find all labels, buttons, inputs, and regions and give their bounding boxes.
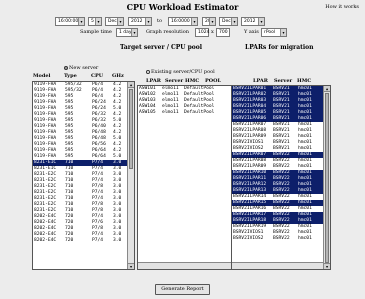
col-hmc: HMC <box>185 78 200 84</box>
list-cell: BSRV2IVIOS2 <box>233 236 264 241</box>
list-cell: elmo11 <box>162 110 179 115</box>
chevron-down-icon: ▾ <box>131 29 137 36</box>
col-lpar-migration: LPAR <box>253 78 268 84</box>
list-cell: hmc01 <box>298 236 312 241</box>
page-title: CPU Workload Estimator <box>126 2 239 12</box>
chevron-down-icon: ▾ <box>258 18 264 25</box>
scroll-up-icon[interactable]: ▲ <box>128 82 134 88</box>
list-cell: P7/4 <box>92 238 104 243</box>
how-it-works-link[interactable]: How it works <box>325 4 359 10</box>
existing-server-list[interactable]: ASW101 elmo11 DefaultPool ASW102 elmo11 Defau… <box>137 85 240 270</box>
col-lpar: LPAR <box>146 78 161 84</box>
to-label: to <box>157 18 163 24</box>
from-time-select[interactable]: 16:00:00 ▾ <box>55 17 85 26</box>
y-axis-select[interactable]: rPool ▾ <box>261 28 287 37</box>
chevron-down-icon: ▾ <box>209 18 215 25</box>
chevron-down-icon: ▾ <box>117 18 123 25</box>
list-cell: 8202-E4C <box>34 238 57 243</box>
to-year-select[interactable]: 2012 ▾ <box>241 17 265 26</box>
col-hmc-migration: HMC <box>297 78 312 84</box>
col-pool: POOL <box>205 78 221 84</box>
chevron-down-icon: ▾ <box>78 18 84 25</box>
new-server-radio[interactable]: New server <box>64 65 98 71</box>
chevron-down-icon: ▾ <box>95 18 101 25</box>
from-year-select[interactable]: 2012 ▾ <box>128 17 152 26</box>
sample-time-label: Sample time <box>80 29 112 35</box>
chevron-down-icon: ▾ <box>145 18 151 25</box>
resolution-width-input[interactable]: 1024 <box>195 28 209 37</box>
col-server-migration: Server <box>274 78 293 84</box>
scroll-thumb[interactable] <box>325 93 329 263</box>
col-cpu: CPU <box>91 73 104 79</box>
list-cell: ASW105 <box>139 110 156 115</box>
scrollbar[interactable]: ▲ ▼ <box>127 82 134 269</box>
lpars-section-title: LPARs for migration <box>245 44 314 51</box>
lpar-migration-list[interactable]: BSRV2ILPAR01 BSRV21 hmc01 BSRV2ILPAR02 BSRV2… <box>231 85 331 270</box>
from-day-select[interactable]: 5 ▾ <box>88 17 102 26</box>
horizontal-scrollbar[interactable] <box>138 262 232 269</box>
existing-server-radio[interactable]: Existing server/CPU pool <box>146 69 215 75</box>
list-item[interactable]: 8202-E4C 720 P7/4 3.0 <box>33 238 134 244</box>
resolution-height-input[interactable]: 700 <box>216 28 230 37</box>
list-item[interactable]: ASW105 elmo11 DefaultPool <box>138 110 239 116</box>
horizontal-scrollbar[interactable] <box>232 262 323 269</box>
sample-time-select[interactable]: 1 day ▾ <box>116 28 138 37</box>
list-cell: DefaultPool <box>184 110 215 115</box>
list-cell: 3.0 <box>113 238 122 243</box>
list-item[interactable]: BSRV2IVIOS2 BSRV22 hmc01 <box>232 236 330 242</box>
chevron-down-icon: ▾ <box>280 29 286 36</box>
scrollbar[interactable]: ▲ ▼ <box>323 86 330 269</box>
col-type: Type <box>64 73 77 79</box>
chevron-down-icon: ▾ <box>191 18 197 25</box>
radio-checked-icon <box>64 65 68 70</box>
to-month-select[interactable]: Dec ▾ <box>219 17 238 26</box>
from-month-select[interactable]: Dec ▾ <box>105 17 124 26</box>
list-cell: 720 <box>65 238 74 243</box>
chevron-down-icon: ▾ <box>231 18 237 25</box>
radio-unchecked-icon <box>146 69 150 74</box>
generate-report-button[interactable]: Generate Report <box>155 284 210 295</box>
col-ghz: GHz <box>112 73 124 79</box>
scroll-thumb[interactable] <box>129 89 133 169</box>
scroll-up-icon[interactable]: ▲ <box>324 86 330 92</box>
new-server-list[interactable]: 9119-FHA 595/32 P6/4 4.2 9119-FHA 595/32 P6/4 4… <box>32 81 135 270</box>
scroll-down-icon[interactable]: ▼ <box>128 263 134 269</box>
resolution-x-label: x <box>211 29 214 35</box>
to-time-select[interactable]: 16:0000 ▾ <box>168 17 198 26</box>
scroll-down-icon[interactable]: ▼ <box>324 263 330 269</box>
graph-resolution-label: Graph resolution <box>146 29 189 35</box>
y-axis-label: Y axis <box>244 29 259 35</box>
list-cell: BSRV22 <box>273 236 290 241</box>
col-server: Server <box>165 78 184 84</box>
target-section-title: Target server / CPU pool <box>120 44 203 51</box>
to-day-select[interactable]: 20 ▾ <box>202 17 216 26</box>
col-model: Model <box>33 73 51 79</box>
